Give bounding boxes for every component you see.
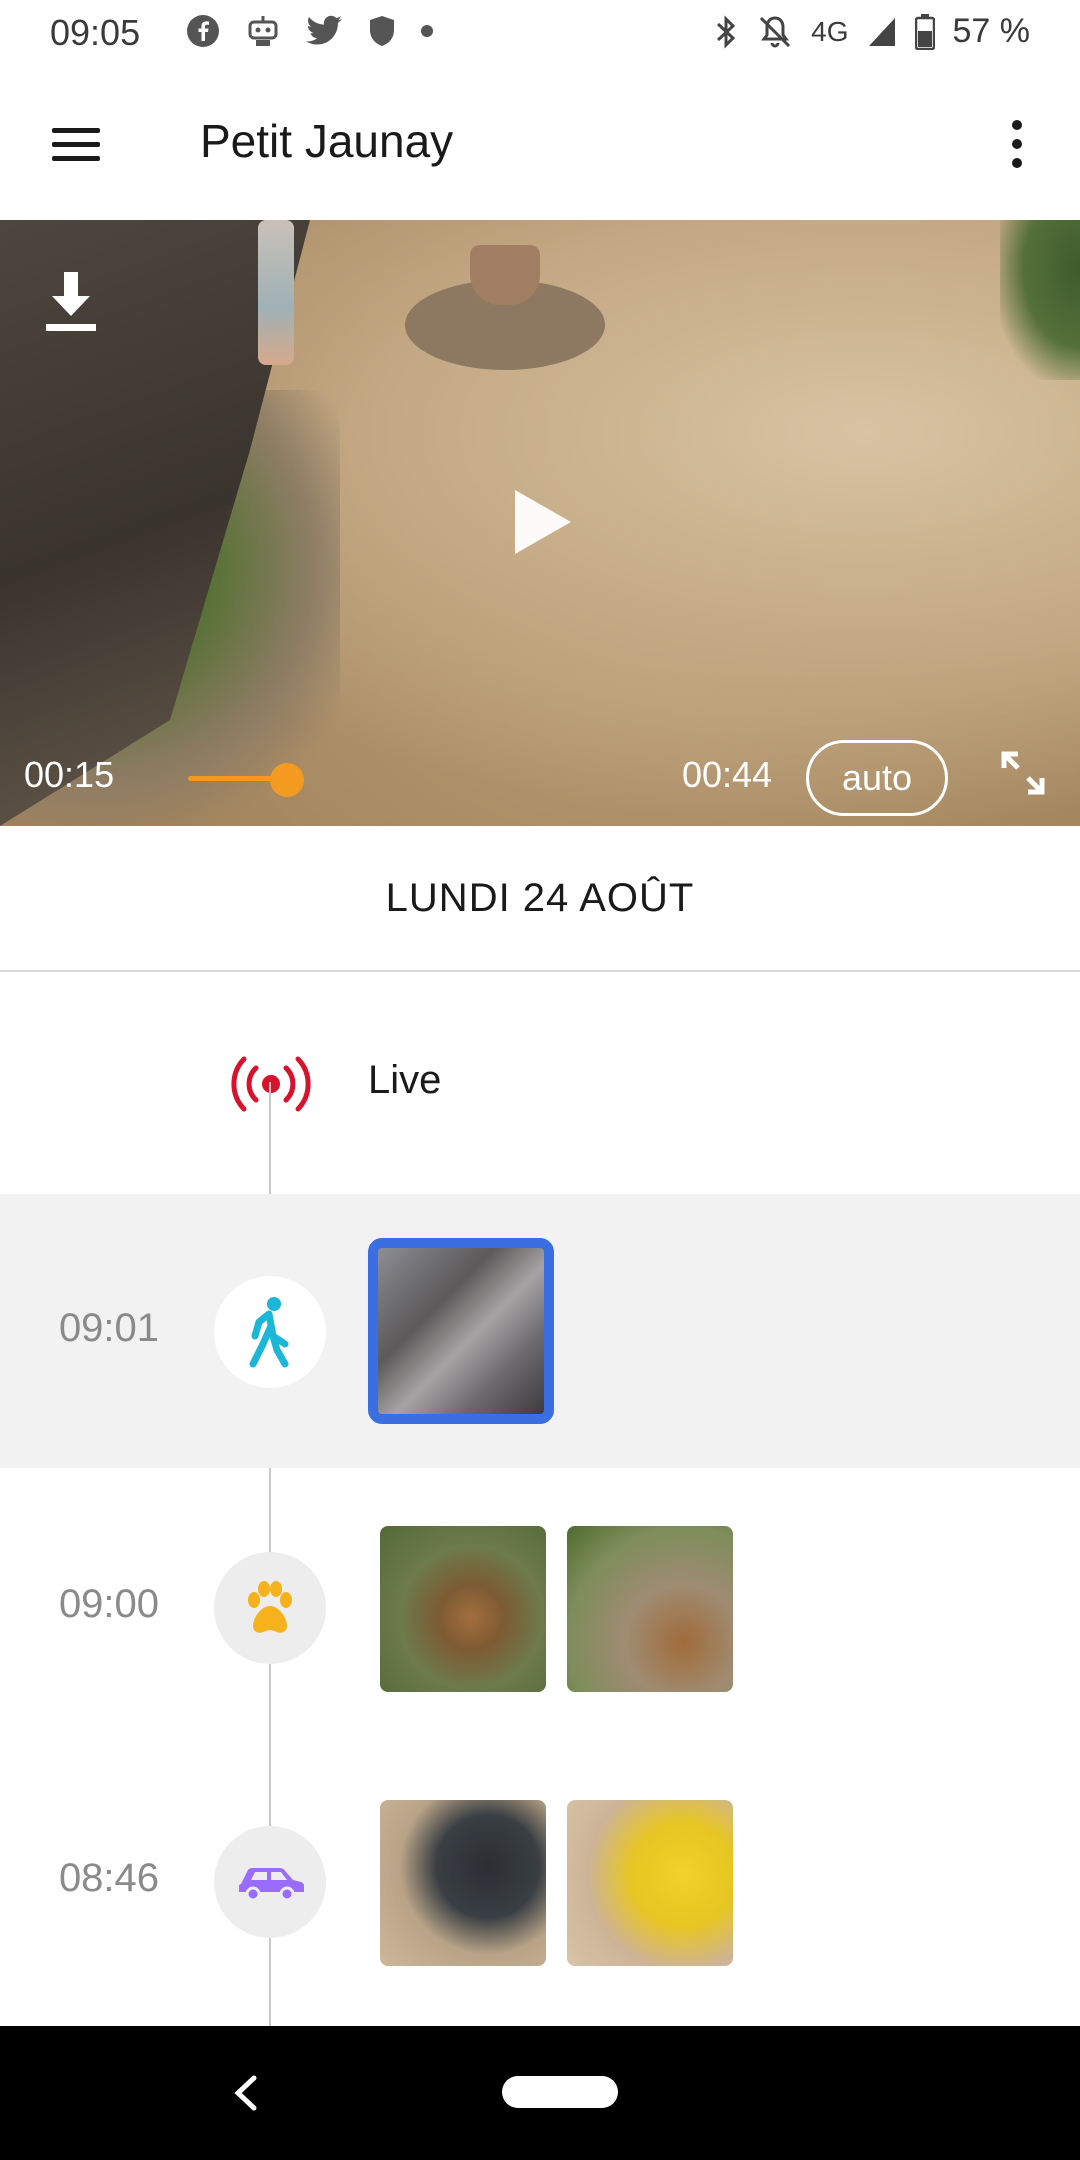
timeline-event[interactable]: 09:01 — [0, 1194, 1080, 1468]
notifications-off-icon — [760, 15, 791, 47]
robot-icon — [248, 16, 278, 46]
video-player[interactable]: 00:15 00:44 auto — [0, 220, 1080, 826]
car-icon — [239, 1868, 304, 1902]
battery-label: 57 % — [952, 12, 1031, 50]
play-button[interactable] — [515, 490, 571, 554]
event-thumbnail[interactable] — [567, 1800, 733, 1966]
app-bar: Petit Jaunay — [0, 68, 1080, 220]
system-navigation-bar — [0, 2026, 1080, 2160]
seek-thumb[interactable] — [269, 763, 304, 797]
status-time: 09:05 — [50, 12, 141, 53]
current-time: 00:15 — [24, 754, 115, 795]
date-header: LUNDI 24 AOÛT — [0, 826, 1080, 972]
event-type-badge — [214, 1552, 326, 1664]
walking-person-icon — [249, 1297, 289, 1368]
status-bar: 09:05 4G 57 % — [0, 0, 1080, 68]
event-time: 09:00 — [58, 1582, 160, 1626]
system-status: 4G 57 % — [713, 12, 1030, 51]
duration: 00:44 — [682, 754, 773, 795]
bluetooth-icon — [717, 14, 736, 49]
live-label: Live — [368, 1058, 442, 1102]
menu-button[interactable] — [44, 118, 110, 170]
twitter-icon — [306, 15, 342, 45]
network-label: 4G — [811, 15, 849, 47]
more-options-button[interactable] — [994, 114, 1040, 174]
live-row[interactable]: Live — [0, 974, 1080, 1194]
battery-icon — [914, 13, 935, 50]
signal-icon — [868, 17, 895, 46]
download-icon[interactable] — [40, 268, 102, 338]
event-time: 09:01 — [58, 1306, 160, 1350]
event-thumbnail[interactable] — [380, 1526, 546, 1692]
home-pill-button[interactable] — [502, 2076, 618, 2108]
live-broadcast-icon — [231, 1056, 311, 1112]
quality-button[interactable]: auto — [806, 740, 948, 816]
event-time: 08:46 — [58, 1856, 160, 1900]
page-title: Petit Jaunay — [200, 115, 454, 167]
timeline-event[interactable]: 08:46 — [0, 1744, 1080, 2018]
event-thumbnail[interactable] — [567, 1526, 733, 1692]
facebook-icon — [187, 15, 219, 47]
dot-icon — [421, 25, 433, 37]
notification-icons — [186, 14, 434, 48]
fullscreen-icon[interactable] — [998, 748, 1048, 798]
timeline-event[interactable]: 09:00 — [0, 1470, 1080, 1744]
event-type-badge — [214, 1276, 326, 1388]
event-type-badge — [214, 1826, 326, 1938]
back-icon[interactable] — [226, 2070, 266, 2116]
shield-icon — [370, 16, 394, 46]
paw-icon — [248, 1581, 292, 1633]
event-thumbnail[interactable] — [380, 1800, 546, 1966]
event-thumbnail[interactable] — [368, 1238, 554, 1424]
